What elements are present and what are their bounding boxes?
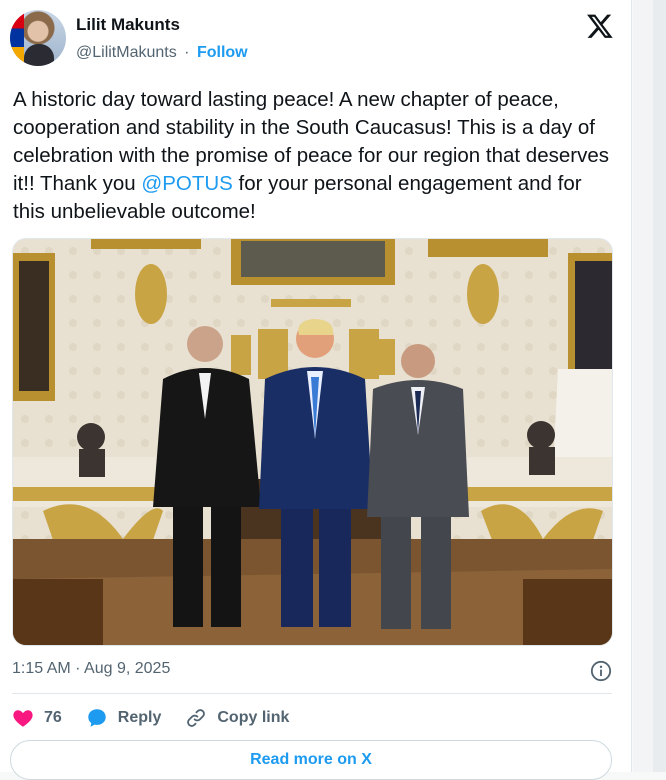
read-more-button[interactable]: Read more on X	[10, 740, 612, 780]
avatar[interactable]	[10, 10, 66, 66]
scrollbar-track[interactable]	[653, 0, 666, 772]
copy-link-label: Copy link	[217, 709, 290, 726]
link-icon	[187, 709, 206, 727]
like-count: 76	[44, 709, 62, 726]
avatar-flag	[10, 10, 24, 66]
heart-icon	[13, 710, 33, 727]
like-button[interactable]: 76	[12, 707, 62, 729]
tweet-photo[interactable]	[12, 238, 613, 646]
avatar-figure	[24, 44, 54, 66]
reply-button[interactable]: Reply	[86, 707, 162, 729]
copy-link-button[interactable]: Copy link	[185, 707, 289, 729]
speech-bubble-icon	[88, 709, 106, 727]
info-icon[interactable]	[590, 660, 612, 682]
divider	[12, 693, 612, 694]
author-handle[interactable]: @LilitMakunts	[76, 44, 177, 61]
handle-separator: ·	[184, 44, 190, 61]
follow-button[interactable]: Follow	[197, 44, 248, 61]
tweet-card: Lilit Makunts @LilitMakunts · Follow A h…	[0, 0, 632, 780]
author-handle-row: @LilitMakunts · Follow	[76, 44, 248, 62]
action-bar: 76 Reply Copy link	[12, 705, 313, 731]
tweet-timestamp[interactable]: 1:15 AM · Aug 9, 2025	[12, 660, 170, 678]
photo-illustration	[13, 239, 612, 645]
x-logo-icon[interactable]	[586, 12, 614, 40]
tweet-text: A historic day toward lasting peace! A n…	[13, 86, 618, 226]
reply-label: Reply	[117, 709, 162, 726]
page-scroll-gutter	[633, 0, 666, 772]
mention-link[interactable]: @POTUS	[141, 172, 232, 195]
author-name[interactable]: Lilit Makunts	[76, 15, 180, 35]
